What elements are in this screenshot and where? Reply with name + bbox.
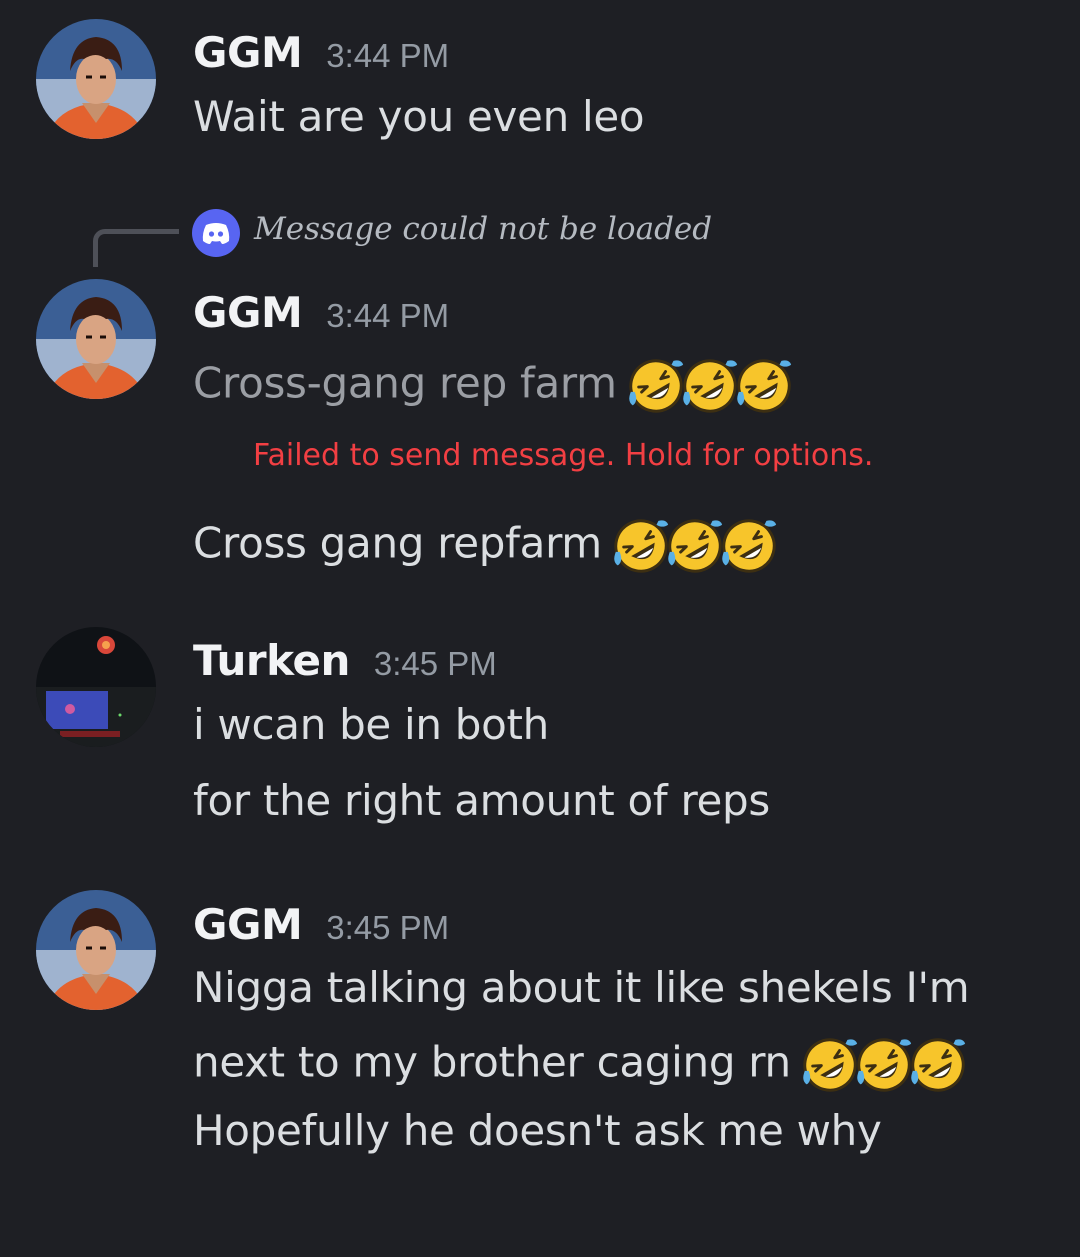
username[interactable]: GGM [193, 288, 303, 337]
avatar-ggm[interactable] [36, 279, 156, 399]
message-text: next to my brother caging rn [193, 1037, 791, 1087]
rolling-on-floor-laughing-emoji-icon [625, 355, 687, 417]
message-text[interactable]: Hopefully he doesn't ask me why [193, 1110, 882, 1152]
message-text[interactable]: for the right amount of reps [193, 780, 770, 822]
rolling-on-floor-laughing-emoji-icon [679, 355, 741, 417]
message-text-line[interactable]: Cross gang repfarm [193, 515, 772, 577]
rolling-on-floor-laughing-emoji-icon [853, 1034, 915, 1096]
message-text-line[interactable]: next to my brother caging rn [193, 1034, 961, 1096]
reply-connector [93, 229, 179, 267]
username[interactable]: GGM [193, 28, 303, 77]
rolling-on-floor-laughing-emoji-icon [733, 355, 795, 417]
avatar-ggm[interactable] [36, 890, 156, 1010]
message-text[interactable]: Wait are you even leo [193, 96, 645, 138]
message-text[interactable]: Nigga talking about it like shekels I'm [193, 967, 970, 1009]
discord-logo-icon [192, 209, 240, 257]
avatar-ggm[interactable] [36, 19, 156, 139]
rolling-on-floor-laughing-emoji-icon [664, 515, 726, 577]
avatar-turken[interactable] [36, 627, 156, 747]
message-text: Cross-gang rep farm [193, 358, 617, 408]
send-error-text[interactable]: Failed to send message. Hold for options… [253, 438, 873, 473]
rolling-on-floor-laughing-emoji-icon [907, 1034, 969, 1096]
emoji-group [625, 355, 787, 417]
timestamp: 3:45 PM [373, 645, 497, 682]
message-text[interactable]: i wcan be in both [193, 704, 549, 746]
username[interactable]: Turken [193, 636, 350, 685]
reply-preview-text[interactable]: Message could not be loaded [254, 211, 712, 247]
username[interactable]: GGM [193, 900, 303, 949]
failed-message-text[interactable]: Cross-gang rep farm [193, 355, 787, 417]
emoji-group [610, 515, 772, 577]
timestamp: 3:44 PM [326, 297, 450, 334]
rolling-on-floor-laughing-emoji-icon [718, 515, 780, 577]
timestamp: 3:44 PM [326, 37, 450, 74]
message-text: Cross gang repfarm [193, 518, 602, 568]
rolling-on-floor-laughing-emoji-icon [610, 515, 672, 577]
rolling-on-floor-laughing-emoji-icon [799, 1034, 861, 1096]
timestamp: 3:45 PM [326, 909, 450, 946]
emoji-group [799, 1034, 961, 1096]
